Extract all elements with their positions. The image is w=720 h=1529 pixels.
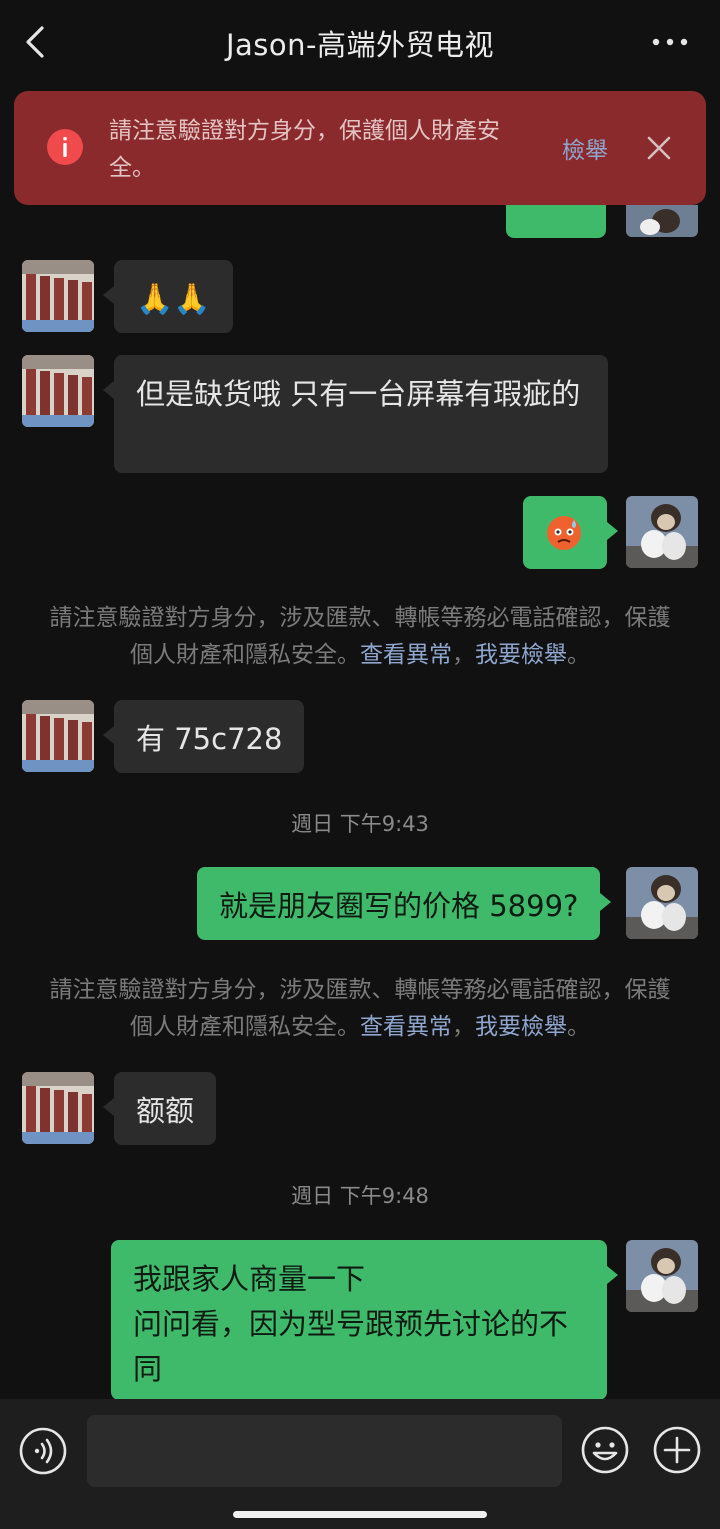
plus-icon [653, 1426, 701, 1474]
message-bubble-incoming[interactable]: 但是缺货哦 只有一台屏幕有瑕疵的 [103, 355, 608, 473]
message-bubble-outgoing[interactable]: 我跟家人商量一下 问问看，因为型号跟预先讨论的不同 [111, 1240, 618, 1400]
chevron-left-icon [26, 26, 44, 58]
my-avatar[interactable] [626, 1240, 698, 1312]
notice-period: 。 [567, 642, 590, 668]
chat-title: Jason-高端外贸电视 [225, 28, 495, 62]
voice-input-button[interactable] [19, 1427, 67, 1475]
system-security-notice: 請注意驗證對方身分，涉及匯款、轉帳等務必電話確認，保護個人財產和隱私安全。查看異… [40, 972, 680, 1046]
message-bubble-incoming[interactable]: 🙏🙏 [103, 260, 233, 333]
seller-avatar[interactable] [22, 260, 94, 332]
alert-icon [47, 129, 83, 165]
view-abnormal-link[interactable]: 查看異常 [360, 1014, 452, 1040]
clipped-my-avatar [626, 205, 698, 237]
message-text: 但是缺货哦 只有一台屏幕有瑕疵的 [136, 377, 581, 411]
clipped-outgoing-bubble [506, 205, 606, 238]
notice-separator: ， [452, 642, 475, 668]
security-warning-banner: 請注意驗證對方身分，保護個人財產安全。 檢舉 [14, 91, 706, 205]
report-link[interactable]: 我要檢舉 [475, 1014, 567, 1040]
close-icon [647, 136, 671, 160]
warning-text: 請注意驗證對方身分，保護個人財產安全。 [109, 118, 500, 181]
report-link[interactable]: 我要檢舉 [475, 642, 567, 668]
seller-avatar[interactable] [22, 700, 94, 772]
nav-bar: Jason-高端外贸电视 [0, 0, 720, 88]
notice-period: 。 [567, 1014, 590, 1040]
message-bubble-incoming[interactable]: 额额 [102, 1072, 217, 1145]
timestamp: 週日 下午9:48 [291, 1184, 429, 1208]
message-text: 额额 [136, 1094, 195, 1128]
prayer-emoji: 🙏🙏 [136, 282, 211, 317]
more-options-button[interactable] [650, 26, 690, 58]
anxious-face-emoji-icon [547, 516, 581, 550]
seller-avatar[interactable] [22, 355, 94, 427]
seller-avatar[interactable] [22, 1072, 94, 1144]
emoji-button[interactable] [580, 1425, 630, 1475]
message-text: 有 75c728 [136, 722, 283, 756]
message-text: 就是朋友圈写的价格 5899? [219, 889, 579, 923]
home-indicator[interactable] [233, 1511, 487, 1518]
system-security-notice: 請注意驗證對方身分，涉及匯款、轉帳等務必電話確認，保護個人財產和隱私安全。查看異… [40, 600, 680, 674]
notice-separator: ， [452, 1014, 475, 1040]
message-bubble-incoming[interactable]: 有 75c728 [102, 700, 305, 773]
message-bubble-outgoing[interactable]: 就是朋友圈写的价格 5899? [197, 867, 612, 940]
report-link[interactable]: 檢舉 [562, 131, 608, 165]
more-functions-button[interactable] [652, 1425, 702, 1475]
close-banner-button[interactable] [644, 133, 674, 163]
back-button[interactable] [20, 22, 60, 62]
my-avatar[interactable] [626, 867, 698, 939]
timestamp: 週日 下午9:43 [291, 812, 429, 836]
voice-icon [19, 1427, 67, 1475]
message-bubble-outgoing[interactable] [523, 496, 618, 569]
view-abnormal-link[interactable]: 查看異常 [360, 642, 452, 668]
message-input[interactable] [87, 1415, 562, 1487]
ellipsis-icon [652, 38, 688, 46]
message-text-line: 问问看，因为型号跟预先讨论的不同 [133, 1307, 569, 1386]
message-text-line: 我跟家人商量一下 [133, 1262, 366, 1296]
my-avatar[interactable] [626, 496, 698, 568]
smiley-icon [581, 1426, 629, 1474]
input-bar [0, 1399, 720, 1529]
